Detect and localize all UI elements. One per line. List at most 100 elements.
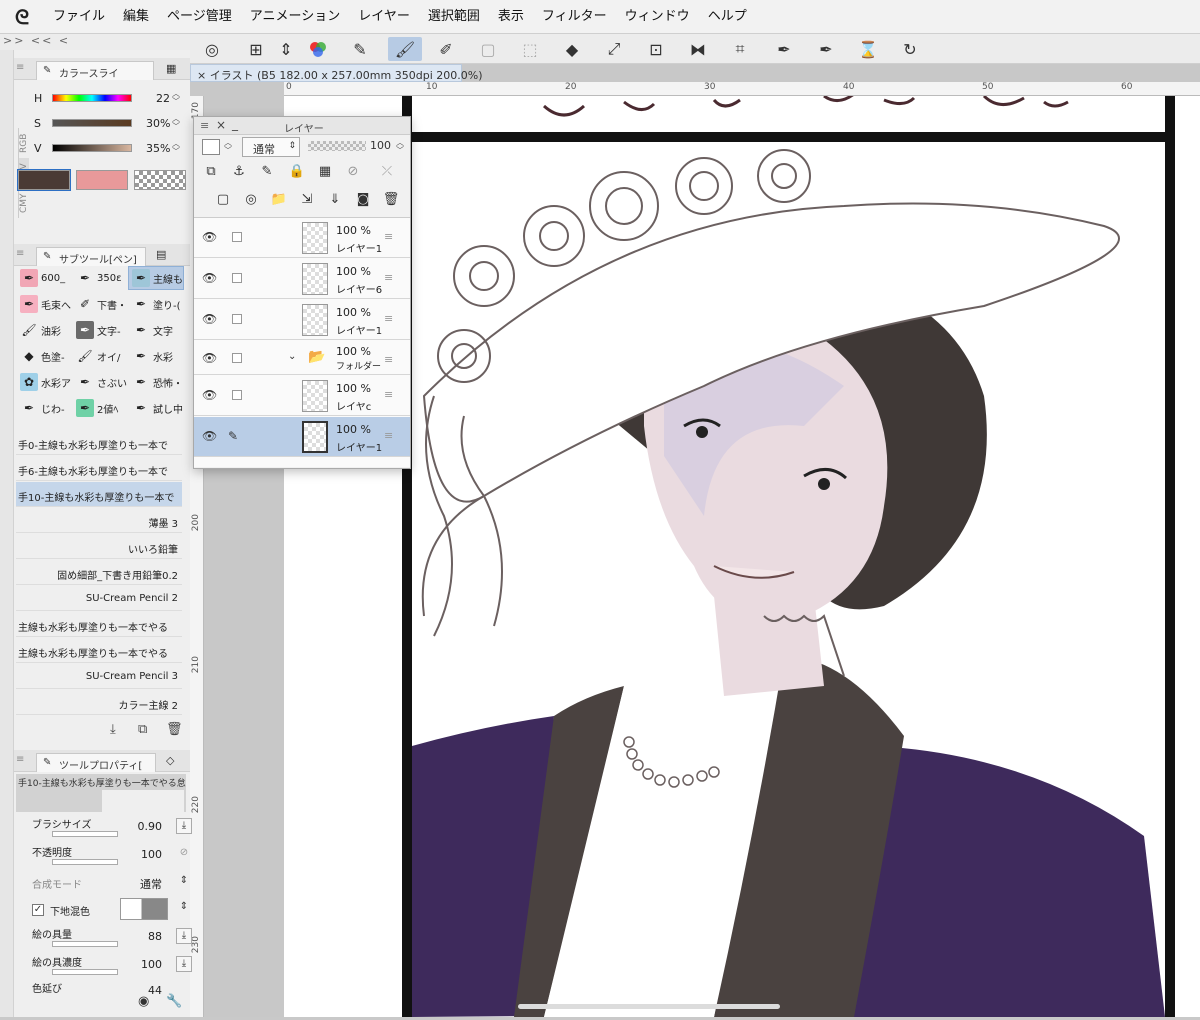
- menu-layer[interactable]: レイヤー: [349, 0, 419, 34]
- mesh-transform-icon[interactable]: ⌗: [728, 37, 752, 61]
- opacity-link-icon[interactable]: ⊘: [176, 846, 192, 862]
- opacity-value[interactable]: 100: [370, 139, 391, 152]
- clip-icon[interactable]: ⧉: [202, 163, 220, 181]
- layer-menu-icon[interactable]: ≡: [384, 230, 393, 243]
- brush-preset-row[interactable]: 薄墨 3: [16, 508, 182, 533]
- updown-icon[interactable]: ⇕: [274, 37, 298, 61]
- wrench-icon[interactable]: 🔧: [166, 994, 182, 1009]
- layer-row[interactable]: 👁 100 % レイヤー1 ≡: [194, 300, 410, 340]
- minimize-icon[interactable]: _: [232, 117, 238, 131]
- home-indicator[interactable]: [518, 1004, 780, 1009]
- underlay-mix-checkbox[interactable]: ✓: [32, 904, 44, 916]
- menu-window[interactable]: ウィンドウ: [616, 0, 699, 34]
- transfer-layer-icon[interactable]: ⇲: [298, 191, 316, 209]
- chevron-down-icon[interactable]: ⌄: [288, 351, 296, 362]
- spin-h[interactable]: ︿ ﹀: [172, 90, 182, 106]
- trash-icon[interactable]: 🗑: [382, 191, 400, 209]
- move-layer-icon[interactable]: ⊞: [244, 37, 268, 61]
- subtool-item[interactable]: ✒ 350ε: [72, 266, 128, 290]
- menu-view[interactable]: 表示: [489, 0, 533, 34]
- brush-tool-icon[interactable]: 🖌: [388, 37, 422, 61]
- subtool-item[interactable]: ✒ 文字-: [72, 318, 128, 342]
- lasso-icon[interactable]: ⬚: [518, 37, 542, 61]
- import-preset-icon[interactable]: ⤓: [110, 722, 116, 737]
- eye-icon[interactable]: 👁: [202, 351, 217, 365]
- panel-toggles[interactable]: >> << <: [0, 34, 190, 50]
- subtool-item[interactable]: ◆ 色塗-: [16, 344, 72, 368]
- layer-checkbox[interactable]: [232, 232, 242, 242]
- crop-icon[interactable]: ⊡: [644, 37, 668, 61]
- menu-page[interactable]: ページ管理: [158, 0, 241, 34]
- eye-icon[interactable]: 👁: [202, 271, 217, 285]
- duplicate-subtool-icon[interactable]: ⧉: [138, 722, 147, 737]
- brush-preset-row[interactable]: 手6-主線も水彩も厚塗りも一本で: [16, 456, 182, 481]
- mask-disable-icon[interactable]: ⊘: [344, 163, 362, 181]
- transparent-color-swatch[interactable]: [134, 170, 186, 190]
- subtool-item[interactable]: 🖌 油彩: [16, 318, 72, 342]
- pen-color-icon[interactable]: ✒: [772, 37, 796, 61]
- ruler-disable-icon[interactable]: ⤫: [378, 163, 396, 181]
- opacity-spinner[interactable]: ︿ ﹀: [396, 139, 406, 155]
- layer-menu-icon[interactable]: ≡: [384, 353, 393, 366]
- artwork-canvas[interactable]: [284, 92, 1200, 1017]
- layer-checkbox[interactable]: [232, 273, 242, 283]
- underlay-mode-toggle[interactable]: [120, 898, 168, 920]
- main-color-swatch[interactable]: [17, 169, 71, 191]
- subtool-item[interactable]: ✒ 水彩: [128, 344, 184, 368]
- brush-preset-row[interactable]: カラー主線 2: [16, 690, 182, 715]
- menu-help[interactable]: ヘルプ: [699, 0, 756, 34]
- pressure-icon[interactable]: ⤓: [176, 818, 192, 834]
- subtool-item[interactable]: ✒ 毛束へ: [16, 292, 72, 316]
- layer-menu-icon[interactable]: ≡: [384, 388, 393, 401]
- subtool-item[interactable]: ✒ 試し中: [128, 396, 184, 420]
- opacity-value[interactable]: 100: [118, 848, 162, 861]
- app-logo[interactable]: ᘓ: [0, 0, 44, 34]
- eye-icon[interactable]: 👁: [202, 388, 217, 402]
- color-wheel-icon[interactable]: [306, 37, 330, 61]
- spiral-icon[interactable]: ◎: [200, 37, 224, 61]
- pen-tool-icon[interactable]: ✎: [348, 37, 372, 61]
- menu-filter[interactable]: フィルター: [533, 0, 616, 34]
- brush-size-slider[interactable]: [52, 831, 118, 837]
- tab-cmy[interactable]: CMY: [18, 188, 29, 218]
- rotate-select-icon[interactable]: ↻: [898, 37, 922, 61]
- brush-preset-row[interactable]: SU-Cream Pencil 3: [16, 664, 182, 689]
- layer-checkbox[interactable]: [232, 314, 242, 324]
- layer-menu-icon[interactable]: ≡: [384, 312, 393, 325]
- brush-preset-row[interactable]: 手0-主線も水彩も厚塗りも一本で: [16, 430, 182, 455]
- paint-amount-slider[interactable]: [52, 941, 118, 947]
- blend-mode-select[interactable]: 通常 ⇕: [242, 137, 300, 157]
- subtool-item[interactable]: ✒ じわ-: [16, 396, 72, 420]
- new-raster-layer-icon[interactable]: ▢: [214, 191, 232, 209]
- pressure-icon[interactable]: ⤓: [176, 928, 192, 944]
- brush-size-value[interactable]: 0.90: [118, 820, 163, 833]
- eye-icon[interactable]: 👁: [202, 312, 217, 326]
- slider-v[interactable]: [52, 144, 132, 152]
- spin-s[interactable]: ︿ ﹀: [172, 115, 182, 131]
- subtool-item[interactable]: ✒ 恐怖・: [128, 370, 184, 394]
- layer-checkbox[interactable]: [232, 390, 242, 400]
- pen-alt-icon[interactable]: ✒: [814, 37, 838, 61]
- folder-row[interactable]: 👁 ⌄ 📂 100 % フォルダー ≡: [194, 341, 410, 375]
- paint-density-slider[interactable]: [52, 969, 118, 975]
- layer-panel-titlebar[interactable]: ≡ × _ レイヤー: [194, 117, 410, 135]
- brush-preset-row-selected[interactable]: 手10-主線も水彩も厚塗りも一本で: [16, 482, 182, 507]
- brush-preset-row[interactable]: 主線も水彩も厚塗りも一本でやる: [16, 612, 182, 637]
- grip-icon[interactable]: ≡: [200, 119, 209, 132]
- layer-mask-icon[interactable]: ◙: [354, 191, 372, 209]
- lock-transparent-icon[interactable]: ▦: [316, 163, 334, 181]
- subtool-item[interactable]: ✐ 下書・: [72, 292, 128, 316]
- layer-row[interactable]: 👁 100 % レイヤー6 ≡: [194, 259, 410, 299]
- close-icon[interactable]: ×: [216, 118, 226, 132]
- flip-icon[interactable]: ⧓: [686, 37, 710, 61]
- subtool-item[interactable]: ✒ 文字: [128, 318, 184, 342]
- paint-amount-value[interactable]: 88: [118, 930, 162, 943]
- draft-icon[interactable]: ✎: [258, 163, 276, 181]
- layer-property-icon[interactable]: ◇: [166, 754, 174, 767]
- subtool-item[interactable]: ✿ 水彩ア: [16, 370, 72, 394]
- new-vector-layer-icon[interactable]: ◎: [242, 191, 260, 209]
- document-tab[interactable]: × イラスト (B5 182.00 x 257.00mm 350dpi 200.…: [190, 64, 482, 82]
- menu-animation[interactable]: アニメーション: [241, 0, 349, 34]
- eraser-icon[interactable]: ⌛: [856, 37, 880, 61]
- rect-select-icon[interactable]: ▢: [476, 37, 500, 61]
